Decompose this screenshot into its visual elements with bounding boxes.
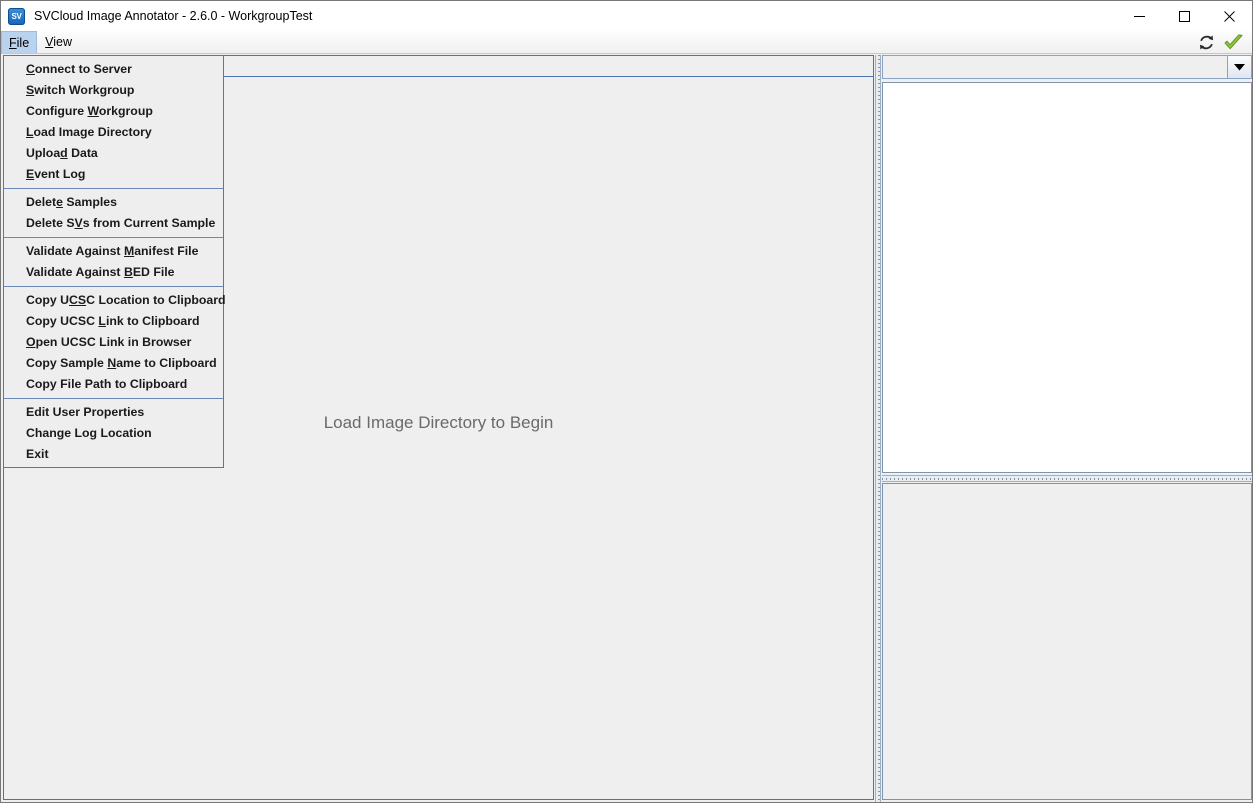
sample-combo-dropdown-button[interactable]	[1227, 55, 1252, 79]
checkmark-icon	[1224, 34, 1243, 50]
menu-separator	[4, 286, 223, 287]
window-controls	[1117, 1, 1252, 31]
menu-view-label: View	[45, 35, 73, 49]
window-title: SVCloud Image Annotator - 2.6.0 - Workgr…	[34, 9, 313, 23]
sample-combo-value[interactable]	[882, 55, 1227, 79]
application-window: SV SVCloud Image Annotator - 2.6.0 - Wor…	[0, 0, 1253, 803]
menu-separator	[4, 398, 223, 399]
empty-state-message: Load Image Directory to Begin	[323, 413, 554, 432]
horizontal-split-divider[interactable]	[882, 475, 1252, 482]
sample-combo-box[interactable]	[882, 55, 1252, 79]
minimize-icon	[1134, 15, 1145, 17]
refresh-icon	[1199, 35, 1214, 50]
sample-selector-panel	[882, 55, 1252, 473]
menu-item-event-log[interactable]: Event Log	[4, 164, 223, 185]
menu-item-configure-workgroup[interactable]: Configure Workgroup	[4, 101, 223, 122]
vertical-split-divider[interactable]	[875, 55, 881, 802]
details-panel	[882, 483, 1252, 800]
validate-status-button[interactable]	[1223, 33, 1244, 52]
menu-view[interactable]: View	[37, 31, 80, 53]
menu-separator	[4, 237, 223, 238]
menu-item-delete-svs-from-current-sample[interactable]: Delete SVs from Current Sample	[4, 213, 223, 234]
refresh-button[interactable]	[1197, 33, 1216, 52]
title-bar: SV SVCloud Image Annotator - 2.6.0 - Wor…	[1, 1, 1252, 31]
menu-item-validate-against-bed-file[interactable]: Validate Against BED File	[4, 262, 223, 283]
menu-item-open-ucsc-link-in-browser[interactable]: Open UCSC Link in Browser	[4, 332, 223, 353]
menu-item-copy-ucsc-location-to-clipboard[interactable]: Copy UCSC Location to Clipboard	[4, 290, 226, 311]
menu-item-copy-ucsc-link-to-clipboard[interactable]: Copy UCSC Link to Clipboard	[4, 311, 223, 332]
menu-item-delete-samples[interactable]: Delete Samples	[4, 192, 223, 213]
minimize-button[interactable]	[1117, 1, 1162, 31]
menu-item-exit[interactable]: Exit	[4, 444, 223, 465]
toolbar-icons	[1197, 31, 1244, 54]
menu-item-validate-against-manifest-file[interactable]: Validate Against Manifest File	[4, 241, 223, 262]
app-icon: SV	[8, 7, 25, 25]
menu-bar: File View	[1, 31, 1252, 54]
menu-item-connect-to-server[interactable]: Connect to Server	[4, 59, 223, 80]
file-menu-popup: Connect to Server Switch Workgroup Confi…	[3, 55, 226, 468]
menu-file-label: File	[9, 35, 30, 50]
menu-separator	[4, 188, 223, 189]
menu-item-copy-file-path-to-clipboard[interactable]: Copy File Path to Clipboard	[4, 374, 223, 395]
menu-item-edit-user-properties[interactable]: Edit User Properties	[4, 402, 223, 423]
maximize-icon	[1179, 10, 1190, 22]
menu-file[interactable]: File	[1, 31, 38, 53]
menu-item-switch-workgroup[interactable]: Switch Workgroup	[4, 80, 223, 101]
chevron-down-icon	[1234, 63, 1245, 70]
menu-item-load-image-directory[interactable]: Load Image Directory	[4, 122, 223, 143]
menu-item-upload-data[interactable]: Upload Data	[4, 143, 223, 164]
menu-item-change-log-location[interactable]: Change Log Location	[4, 423, 223, 444]
close-icon	[1224, 10, 1235, 22]
sample-list[interactable]	[882, 82, 1252, 473]
maximize-button[interactable]	[1162, 1, 1207, 31]
close-button[interactable]	[1207, 1, 1252, 31]
menu-item-copy-sample-name-to-clipboard[interactable]: Copy Sample Name to Clipboard	[4, 353, 223, 374]
